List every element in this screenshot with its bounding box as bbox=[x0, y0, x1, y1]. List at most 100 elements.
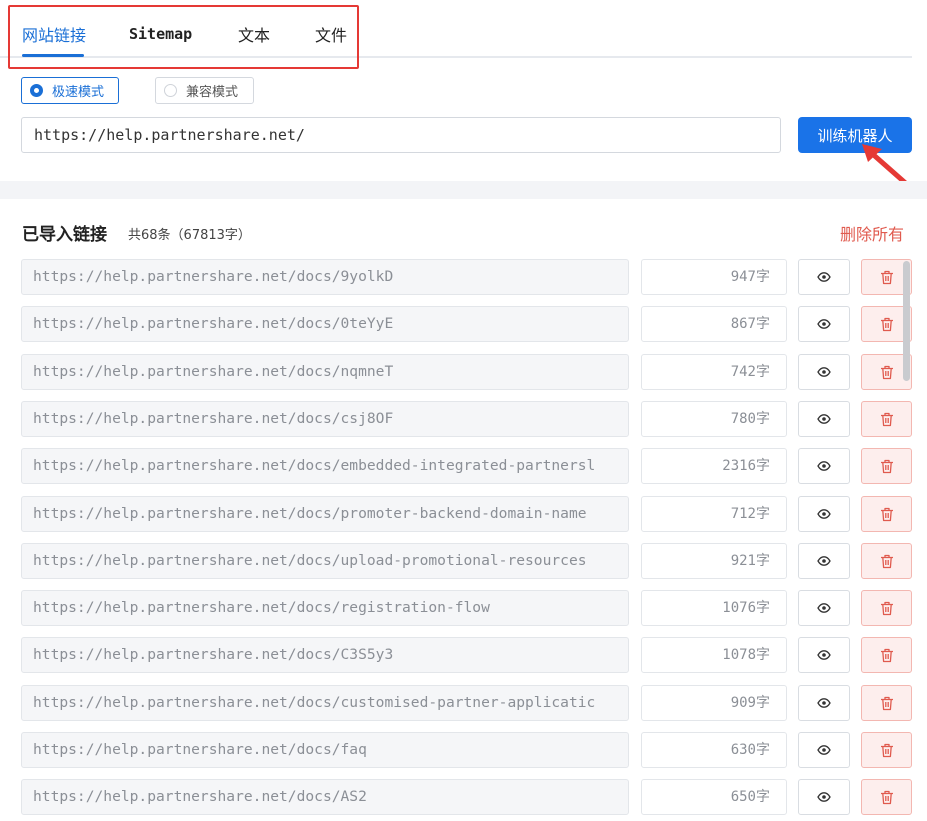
trash-icon bbox=[880, 743, 894, 758]
delete-all-link[interactable]: 删除所有 bbox=[840, 221, 904, 245]
char-count-value: 780 bbox=[730, 411, 756, 427]
link-url-field[interactable]: https://help.partnershare.net/docs/C3S5y… bbox=[21, 637, 629, 673]
char-count-unit: 字 bbox=[756, 316, 770, 332]
tab-text[interactable]: 文本 bbox=[238, 22, 270, 46]
view-link-button[interactable] bbox=[798, 637, 850, 673]
view-link-button[interactable] bbox=[798, 732, 850, 768]
char-count-value: 650 bbox=[730, 789, 756, 805]
mode-fast-label: 极速模式 bbox=[52, 85, 105, 100]
list-scrollbar[interactable] bbox=[903, 261, 910, 381]
mode-fast-radio[interactable]: 极速模式 bbox=[21, 77, 119, 104]
delete-link-button[interactable] bbox=[861, 779, 912, 815]
char-count-unit: 字 bbox=[756, 269, 770, 285]
view-link-button[interactable] bbox=[798, 496, 850, 532]
link-url-field[interactable]: https://help.partnershare.net/docs/0teYy… bbox=[21, 306, 629, 342]
link-row: https://help.partnershare.net/docs/0teYy… bbox=[0, 306, 927, 342]
char-count-value: 2316 bbox=[722, 458, 756, 474]
tab-file[interactable]: 文件 bbox=[315, 22, 347, 46]
website-url-input[interactable] bbox=[21, 117, 781, 153]
eye-icon bbox=[817, 556, 831, 566]
link-char-count: 921字 bbox=[641, 543, 787, 579]
source-tabs: 网站链接 Sitemap 文本 文件 bbox=[0, 0, 912, 58]
link-char-count: 1078字 bbox=[641, 637, 787, 673]
trash-icon bbox=[880, 507, 894, 522]
char-count-value: 742 bbox=[730, 364, 756, 380]
link-row: https://help.partnershare.net/docs/embed… bbox=[0, 448, 927, 484]
char-count-value: 867 bbox=[730, 316, 756, 332]
view-link-button[interactable] bbox=[798, 779, 850, 815]
link-char-count: 742字 bbox=[641, 354, 787, 390]
eye-icon bbox=[817, 414, 831, 424]
delete-link-button[interactable] bbox=[861, 590, 912, 626]
link-url-field[interactable]: https://help.partnershare.net/docs/nqmne… bbox=[21, 354, 629, 390]
link-row: https://help.partnershare.net/docs/faq 63… bbox=[0, 732, 927, 768]
char-count-unit: 字 bbox=[756, 364, 770, 380]
delete-link-button[interactable] bbox=[861, 448, 912, 484]
char-count-unit: 字 bbox=[756, 553, 770, 569]
link-url-field[interactable]: https://help.partnershare.net/docs/9yolk… bbox=[21, 259, 629, 295]
delete-link-button[interactable] bbox=[861, 401, 912, 437]
link-url-field[interactable]: https://help.partnershare.net/docs/uploa… bbox=[21, 543, 629, 579]
trash-icon bbox=[880, 459, 894, 474]
eye-icon bbox=[817, 509, 831, 519]
trash-icon bbox=[880, 790, 894, 805]
view-link-button[interactable] bbox=[798, 401, 850, 437]
view-link-button[interactable] bbox=[798, 543, 850, 579]
delete-link-button[interactable] bbox=[861, 732, 912, 768]
link-url-field[interactable]: https://help.partnershare.net/docs/custo… bbox=[21, 685, 629, 721]
tab-website-links[interactable]: 网站链接 bbox=[22, 22, 86, 46]
link-char-count: 712字 bbox=[641, 496, 787, 532]
link-url-field[interactable]: https://help.partnershare.net/docs/csj8O… bbox=[21, 401, 629, 437]
link-char-count: 2316字 bbox=[641, 448, 787, 484]
char-count-unit: 字 bbox=[756, 458, 770, 474]
view-link-button[interactable] bbox=[798, 306, 850, 342]
mode-compatible-label: 兼容模式 bbox=[186, 85, 239, 100]
char-count-unit: 字 bbox=[756, 742, 770, 758]
imported-links-count: 共68条（67813字） bbox=[128, 228, 251, 243]
view-link-button[interactable] bbox=[798, 259, 850, 295]
link-url-field[interactable]: https://help.partnershare.net/docs/AS2 bbox=[21, 779, 629, 815]
char-count-unit: 字 bbox=[756, 600, 770, 616]
char-count-value: 1076 bbox=[722, 600, 756, 616]
view-link-button[interactable] bbox=[798, 590, 850, 626]
link-row: https://help.partnershare.net/docs/regis… bbox=[0, 590, 927, 626]
view-link-button[interactable] bbox=[798, 685, 850, 721]
eye-icon bbox=[817, 792, 831, 802]
trash-icon bbox=[880, 648, 894, 663]
delete-link-button[interactable] bbox=[861, 685, 912, 721]
trash-icon bbox=[880, 365, 894, 380]
eye-icon bbox=[817, 603, 831, 613]
imported-links-title: 已导入链接 bbox=[22, 225, 107, 245]
link-row: https://help.partnershare.net/docs/promo… bbox=[0, 496, 927, 532]
eye-icon bbox=[817, 319, 831, 329]
char-count-value: 947 bbox=[730, 269, 756, 285]
link-row: https://help.partnershare.net/docs/custo… bbox=[0, 685, 927, 721]
link-char-count: 650字 bbox=[641, 779, 787, 815]
active-tab-indicator bbox=[22, 54, 84, 57]
char-count-value: 921 bbox=[730, 553, 756, 569]
radio-unchecked-icon bbox=[164, 84, 177, 97]
char-count-unit: 字 bbox=[756, 695, 770, 711]
link-url-field[interactable]: https://help.partnershare.net/docs/regis… bbox=[21, 590, 629, 626]
trash-icon bbox=[880, 696, 894, 711]
train-robot-button[interactable]: 训练机器人 bbox=[798, 117, 912, 153]
link-char-count: 947字 bbox=[641, 259, 787, 295]
link-url-field[interactable]: https://help.partnershare.net/docs/promo… bbox=[21, 496, 629, 532]
view-link-button[interactable] bbox=[798, 354, 850, 390]
view-link-button[interactable] bbox=[798, 448, 850, 484]
trash-icon bbox=[880, 412, 894, 427]
delete-link-button[interactable] bbox=[861, 543, 912, 579]
link-row: https://help.partnershare.net/docs/AS2 65… bbox=[0, 779, 927, 815]
link-char-count: 780字 bbox=[641, 401, 787, 437]
char-count-unit: 字 bbox=[756, 789, 770, 805]
delete-link-button[interactable] bbox=[861, 637, 912, 673]
link-url-field[interactable]: https://help.partnershare.net/docs/embed… bbox=[21, 448, 629, 484]
link-row: https://help.partnershare.net/docs/nqmne… bbox=[0, 354, 927, 390]
tab-sitemap[interactable]: Sitemap bbox=[129, 25, 192, 43]
trash-icon bbox=[880, 554, 894, 569]
trash-icon bbox=[880, 601, 894, 616]
delete-link-button[interactable] bbox=[861, 496, 912, 532]
mode-compatible-radio[interactable]: 兼容模式 bbox=[155, 77, 254, 104]
link-char-count: 630字 bbox=[641, 732, 787, 768]
link-url-field[interactable]: https://help.partnershare.net/docs/faq bbox=[21, 732, 629, 768]
